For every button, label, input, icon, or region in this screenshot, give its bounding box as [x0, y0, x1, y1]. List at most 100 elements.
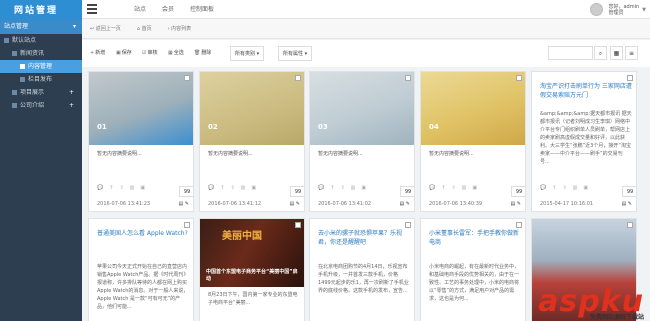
content-card[interactable]: 04 暂无内容摘要说明... 💬 ↑ ⇪ ▥ ▣ 99 2016-07-06 13:40…	[420, 71, 526, 212]
content-card[interactable]: 小米董事长雷军：手把手教你做新电商 小米电商的崛起，有在最新时代业务中，和基础电…	[420, 218, 526, 321]
expand-plus-icon[interactable]: +	[69, 99, 74, 112]
document-icon: ▤	[289, 201, 295, 207]
up-icon: ↑	[441, 185, 446, 191]
topnav-item-control-panel[interactable]: 控制面板	[182, 0, 222, 19]
content-card[interactable]: 02 暂无内容摘要说明... 💬 ↑ ⇪ ▥ ▣ 99 2016-07-06 13:41…	[199, 71, 305, 212]
card-title-link[interactable]: 淘宝严识打击刷单行为 三家网店遭假交易索赔万元门	[540, 82, 632, 100]
home-link[interactable]: ⌂ 首页	[137, 25, 160, 32]
card-stats: 💬 ↑ ⇪ ▥ ▣	[97, 182, 189, 194]
card-checkbox[interactable]	[405, 75, 411, 81]
review-button[interactable]: ☑审核	[142, 48, 158, 59]
card-checkbox[interactable]	[516, 75, 522, 81]
search-icon[interactable]: ⌕	[594, 46, 607, 60]
share-icon: ⇪	[562, 185, 567, 191]
card-checkbox[interactable]	[184, 75, 190, 81]
card-checkbox[interactable]	[184, 222, 190, 228]
edit-icon: ✎	[405, 201, 410, 207]
card-title-link[interactable]: 普通美国人怎么看 Apple Watch?	[97, 229, 189, 238]
up-icon: ↑	[220, 185, 225, 191]
list-view-icon[interactable]: ≡	[625, 46, 638, 60]
content-card[interactable]: 01 暂无内容摘要说明... 💬 ↑ ⇪ ▥ ▣ 99 2016-07-06 13:41…	[88, 71, 194, 212]
sidebar-item-company-intro[interactable]: 公司介绍 +	[0, 99, 82, 112]
up-icon: ↑	[552, 185, 557, 191]
content-card[interactable]: 美丽中国 中国首个东盟电子商务平台“美丽中国”启动 8月23日下午，国内第一家专…	[199, 218, 305, 321]
card-stats: 💬 ↑ ⇪ ▥ ▣	[540, 182, 632, 194]
card-checkbox[interactable]	[627, 75, 633, 81]
avatar[interactable]	[590, 3, 604, 16]
view-count: 99	[622, 186, 636, 197]
image-icon: ▣	[140, 185, 146, 191]
topnav-item-site[interactable]: 站点	[126, 0, 154, 19]
user-greeting: 您好，admin	[608, 3, 640, 10]
folder-icon	[12, 51, 17, 56]
card-title-link[interactable]: 小米董事长雷军：手把手教你做新电商	[429, 229, 521, 247]
card-actions[interactable]: ▤ ✎	[399, 201, 410, 207]
back-link[interactable]: ↩ 返回上一页	[90, 25, 129, 32]
card-body-text: 小米电商的崛起，有在最新时代业务中，和基础电商手段的优势相关的，由于在一致性、工…	[429, 264, 520, 302]
card-body-text: 在北京电商团购节的4月14日，乐视宣布手机升级，一并首发三款手机，价格1499元…	[318, 264, 409, 294]
attribute-select[interactable]: 所有属性 ▾	[278, 46, 313, 61]
user-role: 管理员	[608, 9, 624, 16]
document-icon: ▤	[178, 201, 184, 207]
comment-icon: 💬	[97, 185, 104, 191]
sidebar-item-column-publish[interactable]: 栏目发布	[0, 73, 82, 86]
comment-icon: 💬	[318, 185, 325, 191]
topnav-item-members[interactable]: 会员	[154, 0, 182, 19]
sidebar-item-projects[interactable]: 项目展示 +	[0, 86, 82, 99]
save-icon: ▣	[116, 50, 121, 56]
content-card[interactable]: 普通美国人怎么看 Apple Watch? 苹果公司今天正式开始在自己的直营店内…	[88, 218, 194, 321]
category-select[interactable]: 所有类别 ▾	[230, 46, 265, 61]
document-icon: ▤	[510, 201, 516, 207]
image-icon: ▣	[361, 185, 367, 191]
user-menu[interactable]: 您好，admin 管理员 ▼	[590, 2, 646, 17]
card-checkbox[interactable]	[405, 222, 411, 228]
breadcrumb-current: › 内容列表	[167, 26, 192, 32]
card-title-link[interactable]: 去小米的骡子就恐惧苹果？乐视君，你还是醒醒吧	[318, 229, 410, 247]
up-icon: ↑	[330, 185, 335, 191]
sidebar-item-content-management[interactable]: 内容管理	[0, 60, 82, 73]
edit-icon: ✎	[295, 201, 300, 207]
card-actions[interactable]: ▤ ✎	[178, 201, 189, 207]
add-button[interactable]: +新增	[90, 48, 105, 59]
card-description: 暂无内容摘要说明...	[208, 151, 253, 157]
content-card[interactable]: 03 暂无内容摘要说明... 💬 ↑ ⇪ ▥ ▣ 99 2016-07-06 13:41…	[309, 71, 415, 212]
card-actions[interactable]: ▤ ✎	[289, 201, 300, 207]
card-description: 暂无内容摘要说明...	[429, 151, 474, 157]
card-checkbox[interactable]	[295, 75, 301, 81]
sidebar-title: 站点管理	[4, 23, 29, 30]
content-card[interactable]: 淘宝严识打击刷单行为 三家网店遭假交易索赔万元门 &amp;&amp;&amp;…	[531, 71, 637, 212]
app-logo[interactable]: 网站管理	[14, 3, 58, 16]
sidebar-item-default-site[interactable]: 默认站点	[0, 34, 82, 47]
card-thumbnail: 美丽中国 中国首个东盟电子商务平台“美丽中国”启动	[200, 219, 304, 287]
comment-icon: 💬	[540, 185, 547, 191]
card-actions[interactable]: ▤ ✎	[510, 201, 521, 207]
logo-area: 网站管理	[0, 0, 82, 19]
card-date: 2016-07-06 13:41:02	[318, 201, 372, 207]
delete-button[interactable]: 🗑删除	[194, 48, 211, 59]
check-icon: ☑	[142, 50, 147, 56]
search-input[interactable]	[548, 46, 593, 60]
share-icon: ⇪	[119, 185, 124, 191]
view-count: 99	[400, 186, 414, 197]
card-date: 2016-07-06 13:41:23	[97, 201, 151, 207]
save-button[interactable]: ▣保存	[116, 48, 132, 59]
top-bar: 网站管理 站点 会员 控制面板 您好，admin 管理员 ▼	[0, 0, 650, 19]
menu-toggle-icon[interactable]	[87, 4, 97, 14]
expand-plus-icon[interactable]: +	[69, 86, 74, 99]
grid-view-icon[interactable]: ▦	[610, 46, 623, 60]
card-checkbox[interactable]	[627, 222, 633, 228]
sidebar-item-news[interactable]: 新闻资讯	[0, 47, 82, 60]
card-actions[interactable]: ▤ ✎	[621, 201, 632, 207]
select-all-button[interactable]: ▦全选	[168, 48, 184, 59]
card-body-text: &amp;&amp;&amp;据天都市报讯 据天都市报讯（记者刘明成习生李琪）网…	[540, 111, 632, 165]
trash-icon: 🗑	[194, 50, 201, 56]
sidebar-header[interactable]: 站点管理 ▾	[0, 19, 82, 34]
card-checkbox[interactable]	[516, 222, 522, 228]
up-icon: ↑	[109, 185, 114, 191]
chevron-down-icon[interactable]: ▼	[642, 7, 646, 13]
edit-icon: ✎	[516, 201, 521, 207]
card-thumbnail	[200, 72, 304, 145]
content-card[interactable]: 去小米的骡子就恐惧苹果？乐视君，你还是醒醒吧 在北京电商团购节的4月14日，乐视…	[309, 218, 415, 321]
card-checkbox[interactable]	[295, 222, 301, 228]
view-count: 99	[290, 186, 304, 197]
